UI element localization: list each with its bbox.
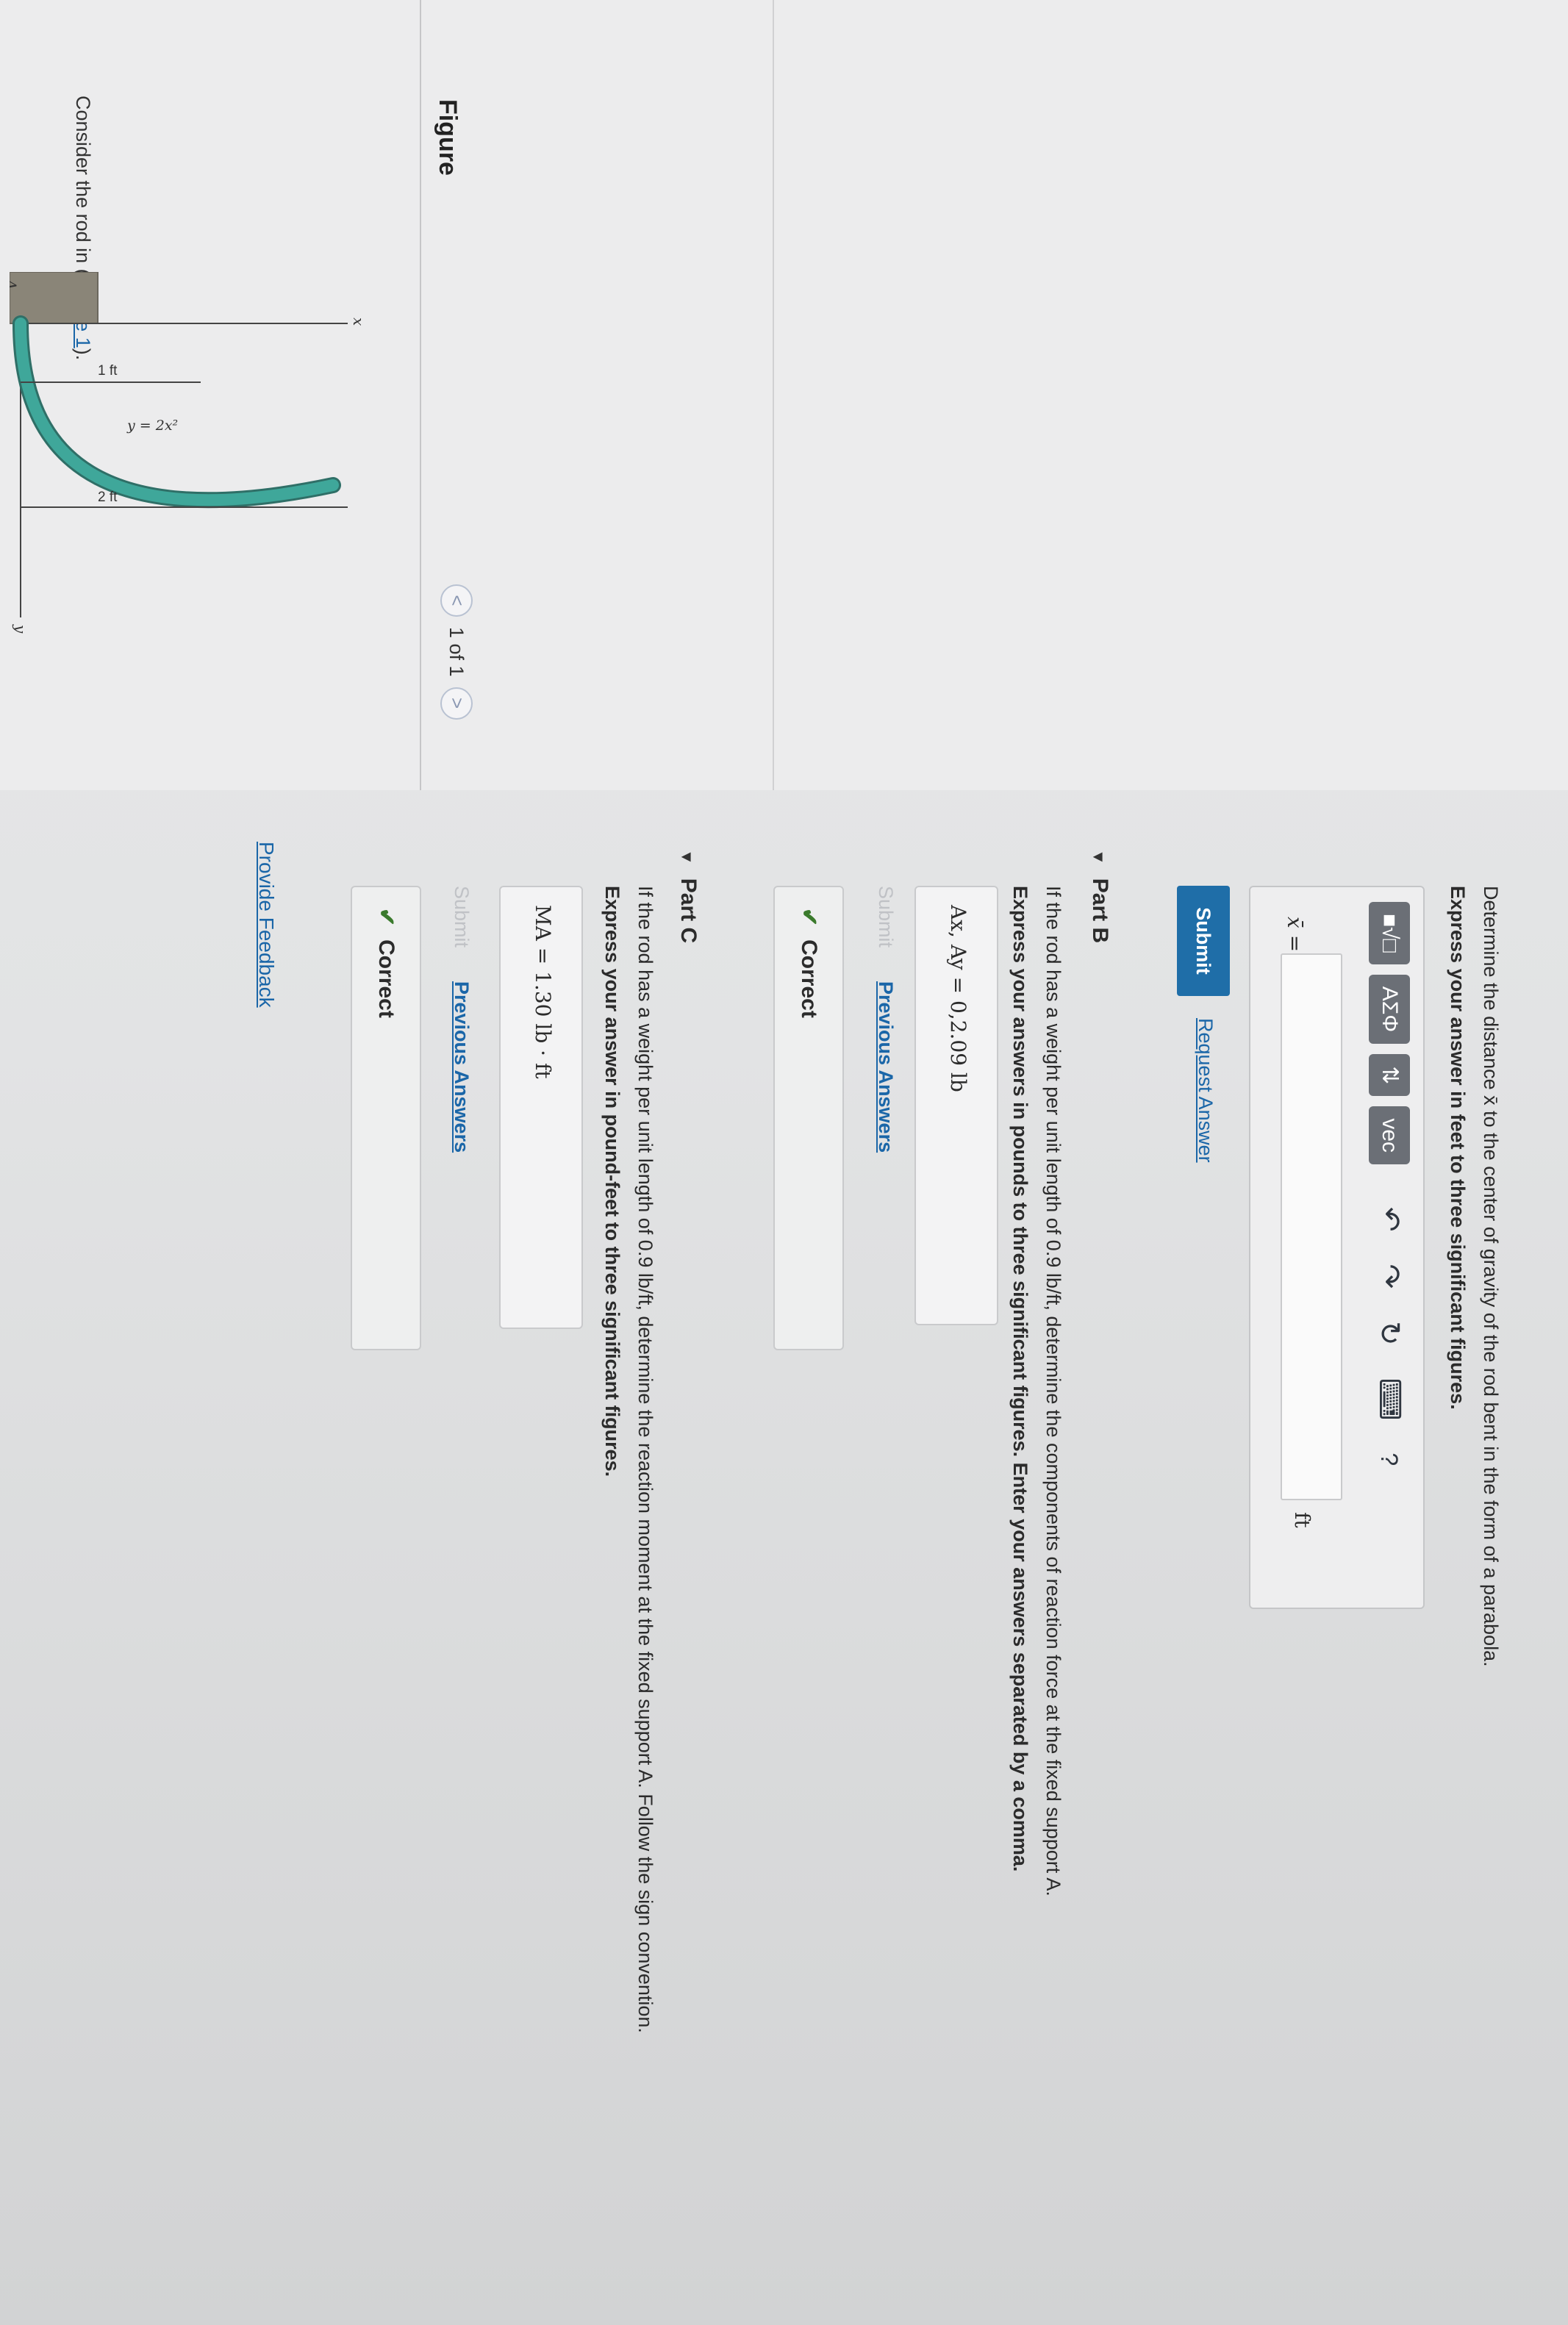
part-b-question: If the rod has a weight per unit length … bbox=[1042, 886, 1064, 1896]
help-icon[interactable]: ? bbox=[1376, 1452, 1403, 1466]
part-b-submit-button[interactable]: Submit bbox=[874, 886, 897, 947]
keyboard-icon[interactable]: ⌨ bbox=[1372, 1378, 1406, 1421]
point-a-label: A bbox=[10, 278, 20, 290]
part-c-title: Part C bbox=[676, 878, 701, 944]
divider bbox=[773, 0, 774, 790]
collapse-triangle-icon: ▼ bbox=[1089, 849, 1108, 865]
reset-icon[interactable]: ↻ bbox=[1372, 1321, 1406, 1346]
part-b-instructions: Express your answers in pounds to three … bbox=[1009, 886, 1031, 1872]
part-b-correct-banner: ✔ Correct bbox=[773, 886, 844, 1350]
math-toolbar: ■√□ ΑΣΦ ⇅ vec ↶ ↷ ↻ ⌨? bbox=[1366, 902, 1410, 1466]
parabola-rod-diagram: y x A y = 2x² 1 ft 2 ft bbox=[2, 271, 368, 634]
answer-box: ■√□ ΑΣΦ ⇅ vec ↶ ↷ ↻ ⌨? x̄ = ft bbox=[1249, 886, 1425, 1609]
figure-pager: <1 of 1 > bbox=[440, 584, 473, 720]
part-c-correct-banner: ✔ Correct bbox=[351, 886, 421, 1350]
figure-diagram: y x A y = 2x² 1 ft 2 ft bbox=[2, 271, 421, 801]
pager-text: 1 of 1 bbox=[445, 627, 468, 677]
xbar-input[interactable] bbox=[1281, 953, 1342, 1500]
xbar-label: x̄ = bbox=[1283, 917, 1307, 953]
x-axis-label: x bbox=[350, 318, 368, 326]
undo-icon[interactable]: ↶ bbox=[1372, 1207, 1406, 1232]
figure-title: Figure bbox=[434, 99, 462, 176]
dim-2ft-label: 2 ft bbox=[98, 490, 118, 505]
part-b-header[interactable]: ▼ Part B bbox=[1087, 849, 1112, 943]
templates-button[interactable]: ■√□ bbox=[1369, 902, 1410, 964]
part-c-status: Correct bbox=[374, 939, 398, 1018]
part-b-title: Part B bbox=[1088, 878, 1112, 944]
request-answer-link[interactable]: Request Answer bbox=[1194, 1018, 1217, 1163]
part-c-question: If the rod has a weight per unit length … bbox=[634, 886, 656, 2033]
part-b-status: Correct bbox=[797, 939, 821, 1018]
rod-outline bbox=[12, 315, 341, 509]
part-a-question: Determine the distance x̄ to the center … bbox=[1480, 886, 1502, 1667]
vec-button[interactable]: vec bbox=[1369, 1106, 1410, 1165]
rod bbox=[15, 318, 339, 506]
redo-icon[interactable]: ↷ bbox=[1372, 1264, 1406, 1289]
next-figure-button[interactable]: > bbox=[440, 687, 473, 720]
check-icon: ✔ bbox=[797, 908, 821, 927]
arrows-button[interactable]: ⇅ bbox=[1369, 1054, 1410, 1097]
part-b-previous-answers-link[interactable]: Previous Answers bbox=[874, 981, 897, 1153]
collapse-triangle-icon: ▼ bbox=[678, 849, 696, 865]
page-stage: Consider the rod in (Figure 1). Figure y… bbox=[0, 0, 1568, 2325]
part-a-instructions: Express your answer in feet to three sig… bbox=[1447, 886, 1469, 1410]
provide-feedback-link[interactable]: Provide Feedback bbox=[254, 842, 278, 1008]
greek-button[interactable]: ΑΣΦ bbox=[1369, 974, 1410, 1045]
check-icon: ✔ bbox=[374, 908, 398, 927]
submit-button[interactable]: Submit bbox=[1177, 886, 1230, 996]
prev-figure-button[interactable]: < bbox=[440, 584, 473, 617]
part-c-submit-button[interactable]: Submit bbox=[450, 886, 473, 947]
part-c-previous-answers-link[interactable]: Previous Answers bbox=[450, 981, 473, 1153]
y-axis-label: y bbox=[12, 624, 29, 634]
part-c-instructions: Express your answer in pound-feet to thr… bbox=[601, 886, 623, 1477]
part-c-answer: MA = 1.30 lb · ft bbox=[499, 886, 583, 1329]
equation-label: y = 2x² bbox=[126, 418, 178, 434]
intro-prefix: Consider the rod in ( bbox=[72, 96, 94, 276]
unit-label: ft bbox=[1290, 1512, 1314, 1528]
part-c-header[interactable]: ▼ Part C bbox=[676, 849, 701, 943]
dim-1ft-label: 1 ft bbox=[98, 363, 118, 379]
part-b-answer: Ax, Ay = 0,2.09 lb bbox=[914, 886, 998, 1325]
